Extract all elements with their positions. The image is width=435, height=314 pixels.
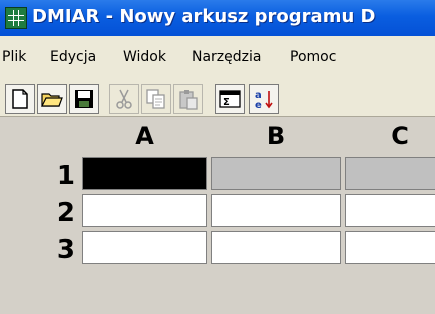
menu-pomoc[interactable]: Pomoc: [290, 49, 336, 65]
menu-bar: Plik Edycja Widok Narzędzia Pomoc: [0, 36, 435, 76]
window-title: DMIAR - Nowy arkusz programu D: [32, 6, 376, 27]
sort-button[interactable]: a e: [249, 84, 279, 114]
cell-a3[interactable]: [82, 231, 207, 264]
new-file-icon: [12, 89, 28, 109]
column-header-row: A B C: [0, 117, 435, 153]
menu-narzedzia[interactable]: Narzędzia: [192, 49, 261, 65]
open-button[interactable]: [37, 84, 67, 114]
spreadsheet-app-icon[interactable]: [5, 7, 27, 29]
column-header-b[interactable]: B: [211, 117, 341, 153]
save-button[interactable]: [69, 84, 99, 114]
menu-plik[interactable]: Plik: [2, 49, 26, 65]
new-file-button[interactable]: [5, 84, 35, 114]
copy-button[interactable]: [141, 84, 171, 114]
spreadsheet-grid: A B C 1 2 3: [0, 117, 435, 314]
cut-icon: [116, 89, 132, 109]
paste-button[interactable]: [173, 84, 203, 114]
toolbar-separator: [207, 84, 209, 114]
title-bar[interactable]: DMIAR - Nowy arkusz programu D: [0, 0, 435, 36]
column-header-a[interactable]: A: [82, 117, 207, 153]
cell-a2[interactable]: [82, 194, 207, 227]
svg-text:Σ: Σ: [223, 97, 230, 108]
formula-button[interactable]: Σ: [215, 84, 245, 114]
paste-icon: [179, 90, 198, 110]
open-folder-icon: [41, 93, 63, 107]
cell-b3[interactable]: [211, 231, 341, 264]
row-header-3[interactable]: 3: [0, 235, 75, 265]
column-header-c[interactable]: C: [345, 117, 435, 153]
cell-b1[interactable]: [211, 157, 341, 190]
menu-widok[interactable]: Widok: [123, 49, 166, 65]
cell-c3[interactable]: [345, 231, 435, 264]
cut-button[interactable]: [109, 84, 139, 114]
formula-icon: Σ: [219, 90, 241, 108]
select-all-corner[interactable]: [0, 117, 78, 153]
cell-c2[interactable]: [345, 194, 435, 227]
cell-c1[interactable]: [345, 157, 435, 190]
toolbar-separator: [103, 84, 105, 114]
menu-edycja[interactable]: Edycja: [50, 49, 96, 65]
cell-a1[interactable]: [82, 157, 207, 190]
row-header-2[interactable]: 2: [0, 198, 75, 228]
svg-text:e: e: [255, 100, 262, 110]
row-header-1[interactable]: 1: [0, 161, 75, 191]
copy-icon: [146, 89, 165, 109]
cell-b2[interactable]: [211, 194, 341, 227]
toolbar: Σ a e: [0, 76, 435, 117]
save-icon: [75, 90, 93, 108]
sort-az-icon: a e: [255, 90, 273, 110]
